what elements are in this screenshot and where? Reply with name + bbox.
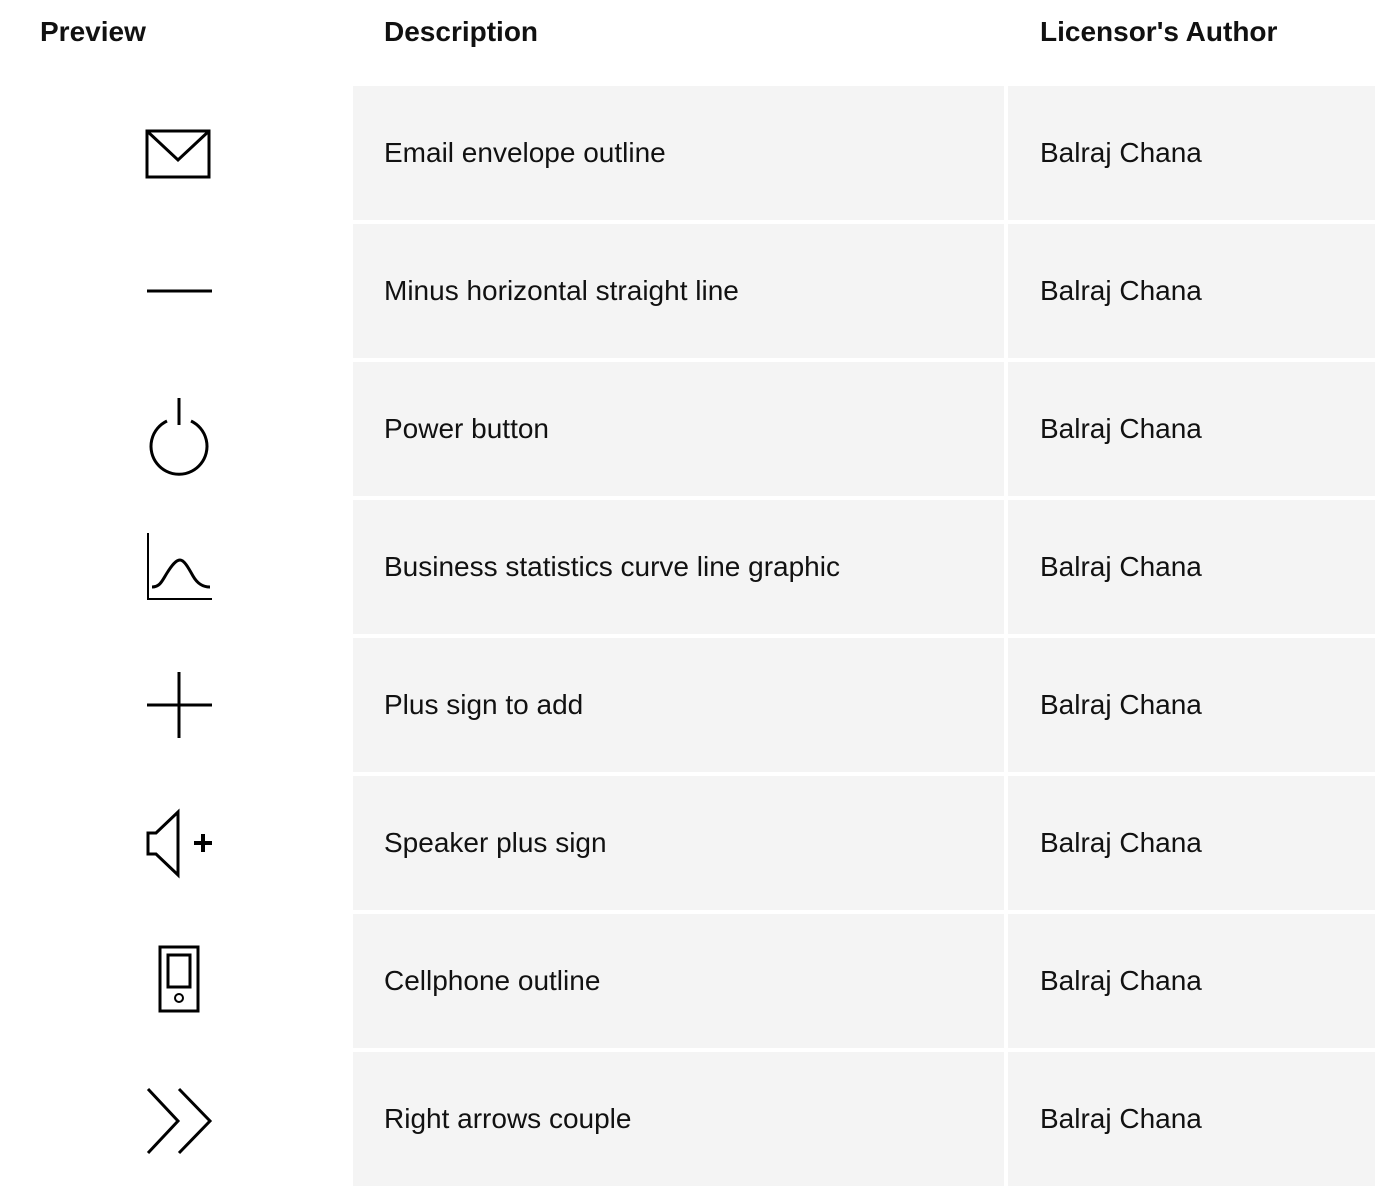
table-row: Minus horizontal straight line Balraj Ch… — [0, 224, 1375, 362]
description-text: Email envelope outline — [384, 137, 666, 168]
author-text: Balraj Chana — [1040, 137, 1202, 168]
author-cell: Balraj Chana — [1008, 500, 1375, 634]
description-cell: Power button — [353, 362, 1004, 496]
author-text: Balraj Chana — [1040, 1103, 1202, 1134]
description-cell: Right arrows couple — [353, 1052, 1004, 1186]
author-text: Balraj Chana — [1040, 413, 1202, 444]
author-text: Balraj Chana — [1040, 689, 1202, 720]
preview-cell[interactable] — [0, 776, 353, 910]
preview-cell[interactable] — [0, 500, 353, 634]
author-cell: Balraj Chana — [1008, 224, 1375, 358]
author-text: Balraj Chana — [1040, 827, 1202, 858]
description-cell: Email envelope outline — [353, 86, 1004, 220]
description-cell: Cellphone outline — [353, 914, 1004, 1048]
envelope-icon[interactable] — [130, 107, 226, 199]
author-text: Balraj Chana — [1040, 551, 1202, 582]
table-row: Email envelope outline Balraj Chana — [0, 86, 1375, 224]
header-preview: Preview — [40, 16, 146, 47]
description-cell: Minus horizontal straight line — [353, 224, 1004, 358]
description-text: Right arrows couple — [384, 1103, 632, 1134]
description-text: Minus horizontal straight line — [384, 275, 739, 306]
table-row: Right arrows couple Balraj Chana — [0, 1052, 1375, 1190]
double-chevron-right-icon[interactable] — [130, 1073, 226, 1165]
preview-cell[interactable] — [0, 224, 353, 358]
description-text: Business statistics curve line graphic — [384, 551, 840, 582]
description-cell: Plus sign to add — [353, 638, 1004, 772]
description-text: Speaker plus sign — [384, 827, 607, 858]
preview-cell[interactable] — [0, 914, 353, 1048]
power-icon[interactable] — [130, 383, 226, 476]
preview-cell[interactable] — [0, 362, 353, 496]
description-text: Power button — [384, 413, 549, 444]
table-row: Business statistics curve line graphic B… — [0, 500, 1375, 638]
preview-cell[interactable] — [0, 638, 353, 772]
author-text: Balraj Chana — [1040, 965, 1202, 996]
author-cell: Balraj Chana — [1008, 1052, 1375, 1186]
table-header: Preview Description Licensor's Author — [0, 0, 1375, 86]
table-row: Power button Balraj Chana — [0, 362, 1375, 500]
plus-icon[interactable] — [130, 659, 226, 751]
description-cell: Business statistics curve line graphic — [353, 500, 1004, 634]
author-cell: Balraj Chana — [1008, 914, 1375, 1048]
table-row: Plus sign to add Balraj Chana — [0, 638, 1375, 776]
preview-cell[interactable] — [0, 1052, 353, 1186]
author-cell: Balraj Chana — [1008, 362, 1375, 496]
author-cell: Balraj Chana — [1008, 86, 1375, 220]
header-description: Description — [384, 16, 539, 47]
author-cell: Balraj Chana — [1008, 776, 1375, 910]
table-row: Cellphone outline Balraj Chana — [0, 914, 1375, 1052]
description-text: Cellphone outline — [384, 965, 601, 996]
cellphone-icon[interactable] — [130, 935, 226, 1027]
header-author: Licensor's Author — [1040, 16, 1278, 47]
description-text: Plus sign to add — [384, 689, 584, 720]
speaker-plus-icon[interactable] — [130, 797, 226, 889]
preview-cell[interactable] — [0, 86, 353, 220]
icon-license-table: Preview Description Licensor's Author Em… — [0, 0, 1375, 1190]
author-text: Balraj Chana — [1040, 275, 1202, 306]
minus-icon[interactable] — [130, 245, 226, 337]
description-cell: Speaker plus sign — [353, 776, 1004, 910]
author-cell: Balraj Chana — [1008, 638, 1375, 772]
curve-chart-icon[interactable] — [130, 521, 226, 613]
table-row: Speaker plus sign Balraj Chana — [0, 776, 1375, 914]
